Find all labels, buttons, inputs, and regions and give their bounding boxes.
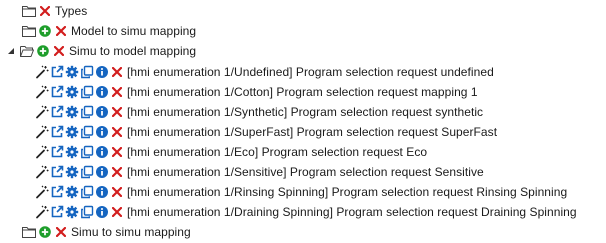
magic-wand-icon[interactable] [35, 125, 49, 139]
tree-node-simu-to-simu[interactable]: Simu to simu mapping [22, 222, 191, 242]
folder-icon [22, 4, 36, 18]
info-icon[interactable] [95, 65, 109, 79]
tree-node-simu-to-model[interactable]: Simu to model mapping [6, 41, 196, 61]
edit-external-icon[interactable] [50, 205, 64, 219]
remove-icon[interactable] [110, 145, 124, 159]
remove-icon[interactable] [54, 225, 68, 239]
add-icon[interactable] [38, 24, 52, 38]
mapping-item[interactable]: [hmi enumeration 1/Eco] Program selectio… [35, 142, 427, 162]
info-icon[interactable] [95, 105, 109, 119]
copy-icon[interactable] [80, 145, 94, 159]
folder-icon [22, 24, 36, 38]
gear-icon[interactable] [65, 65, 79, 79]
tree-node-label: Types [55, 4, 88, 18]
mapping-item[interactable]: [hmi enumeration 1/Draining Spinning] Pr… [35, 202, 577, 222]
remove-icon[interactable] [110, 165, 124, 179]
magic-wand-icon[interactable] [35, 185, 49, 199]
edit-external-icon[interactable] [50, 185, 64, 199]
gear-icon[interactable] [65, 185, 79, 199]
mapping-item-label: [hmi enumeration 1/SuperFast] Program se… [127, 125, 498, 139]
copy-icon[interactable] [80, 125, 94, 139]
mapping-item-label: [hmi enumeration 1/Draining Spinning] Pr… [127, 205, 577, 219]
mapping-item-label: [hmi enumeration 1/Undefined] Program se… [127, 65, 494, 79]
remove-icon[interactable] [52, 44, 66, 58]
copy-icon[interactable] [80, 205, 94, 219]
magic-wand-icon[interactable] [35, 85, 49, 99]
remove-icon[interactable] [110, 65, 124, 79]
edit-external-icon[interactable] [50, 145, 64, 159]
mapping-item[interactable]: [hmi enumeration 1/Undefined] Program se… [35, 62, 494, 82]
mapping-item-label: [hmi enumeration 1/Eco] Program selectio… [127, 145, 428, 159]
gear-icon[interactable] [65, 125, 79, 139]
info-icon[interactable] [95, 145, 109, 159]
magic-wand-icon[interactable] [35, 65, 49, 79]
info-icon[interactable] [95, 125, 109, 139]
remove-icon[interactable] [110, 125, 124, 139]
info-icon[interactable] [95, 185, 109, 199]
edit-external-icon[interactable] [50, 125, 64, 139]
edit-external-icon[interactable] [50, 165, 64, 179]
remove-icon[interactable] [110, 105, 124, 119]
mapping-item[interactable]: [hmi enumeration 1/Cotton] Program selec… [35, 82, 478, 102]
magic-wand-icon[interactable] [35, 105, 49, 119]
tree-node-label: Simu to simu mapping [71, 225, 191, 239]
folder-open-icon [20, 44, 34, 58]
mapping-item-label: [hmi enumeration 1/Synthetic] Program se… [127, 105, 484, 119]
remove-icon[interactable] [38, 4, 52, 18]
info-icon[interactable] [95, 165, 109, 179]
edit-external-icon[interactable] [50, 85, 64, 99]
gear-icon[interactable] [65, 105, 79, 119]
remove-icon[interactable] [54, 24, 68, 38]
mapping-item-label: [hmi enumeration 1/Rinsing Spinning] Pro… [127, 185, 568, 199]
mapping-item[interactable]: [hmi enumeration 1/Rinsing Spinning] Pro… [35, 182, 567, 202]
add-icon[interactable] [38, 225, 52, 239]
gear-icon[interactable] [65, 205, 79, 219]
collapse-arrow-icon[interactable] [6, 44, 16, 58]
magic-wand-icon[interactable] [35, 165, 49, 179]
folder-icon [22, 225, 36, 239]
tree-node-model-to-simu[interactable]: Model to simu mapping [22, 21, 196, 41]
tree-node-label: Simu to model mapping [69, 44, 197, 58]
edit-external-icon[interactable] [50, 105, 64, 119]
tree-node-types[interactable]: Types [22, 1, 87, 21]
gear-icon[interactable] [65, 165, 79, 179]
tree-node-label: Model to simu mapping [71, 24, 197, 38]
mapping-tree: Types Model to simu mapping Simu to mode… [0, 0, 606, 243]
gear-icon[interactable] [65, 145, 79, 159]
magic-wand-icon[interactable] [35, 145, 49, 159]
mapping-item[interactable]: [hmi enumeration 1/Sensitive] Program se… [35, 162, 484, 182]
copy-icon[interactable] [80, 105, 94, 119]
edit-external-icon[interactable] [50, 65, 64, 79]
info-icon[interactable] [95, 85, 109, 99]
info-icon[interactable] [95, 205, 109, 219]
remove-icon[interactable] [110, 205, 124, 219]
copy-icon[interactable] [80, 85, 94, 99]
mapping-item[interactable]: [hmi enumeration 1/SuperFast] Program se… [35, 122, 497, 142]
copy-icon[interactable] [80, 65, 94, 79]
remove-icon[interactable] [110, 85, 124, 99]
magic-wand-icon[interactable] [35, 205, 49, 219]
mapping-item[interactable]: [hmi enumeration 1/Synthetic] Program se… [35, 102, 483, 122]
mapping-item-label: [hmi enumeration 1/Sensitive] Program se… [127, 165, 484, 179]
add-icon[interactable] [36, 44, 50, 58]
gear-icon[interactable] [65, 85, 79, 99]
copy-icon[interactable] [80, 185, 94, 199]
remove-icon[interactable] [110, 185, 124, 199]
copy-icon[interactable] [80, 165, 94, 179]
mapping-item-label: [hmi enumeration 1/Cotton] Program selec… [127, 85, 478, 99]
